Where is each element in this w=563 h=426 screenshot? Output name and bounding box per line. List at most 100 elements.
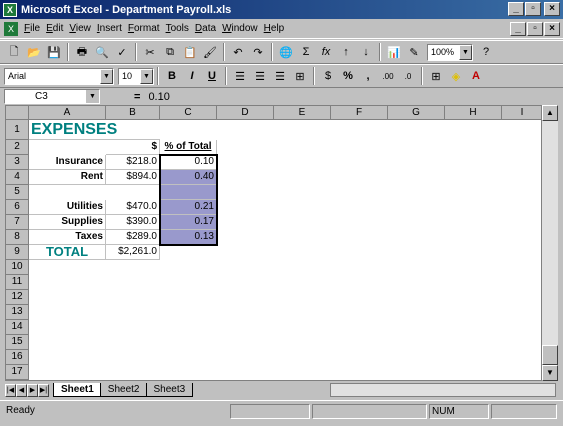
formula-input[interactable]: 0.10 xyxy=(148,91,169,103)
copy-icon[interactable]: ⧉ xyxy=(161,43,179,61)
chevron-down-icon[interactable]: ▼ xyxy=(459,44,472,60)
select-all-corner[interactable] xyxy=(6,106,29,120)
cell-c3[interactable]: 0.10 xyxy=(160,155,217,170)
chart-wizard-icon[interactable]: 📊 xyxy=(385,43,403,61)
font-color-icon[interactable]: A xyxy=(467,67,485,85)
spelling-icon[interactable]: ✓ xyxy=(113,43,131,61)
cell-a8[interactable]: Taxes xyxy=(29,230,106,245)
percent-button[interactable]: % xyxy=(339,67,357,85)
column-header[interactable]: F xyxy=(331,106,388,120)
align-left-icon[interactable]: ☰ xyxy=(231,67,249,85)
tab-sheet1[interactable]: Sheet1 xyxy=(53,383,102,397)
cell-a1[interactable]: EXPENSES xyxy=(29,120,160,140)
cell-a4[interactable]: Rent xyxy=(29,170,106,185)
worksheet-grid[interactable]: A B C D E F G H I 1 2 3 4 5 6 7 8 9 10 1… xyxy=(5,105,542,381)
minimize-button[interactable]: _ xyxy=(508,2,524,16)
cell-c4[interactable]: 0.40 xyxy=(160,170,217,185)
zoom-select[interactable]: 100% ▼ xyxy=(427,43,473,61)
row-header[interactable]: 3 xyxy=(6,155,29,170)
open-icon[interactable]: 📂 xyxy=(25,43,43,61)
restore-button[interactable]: ▫ xyxy=(525,2,541,16)
chevron-down-icon[interactable]: ▼ xyxy=(140,68,153,84)
cell-c6[interactable]: 0.21 xyxy=(160,200,217,215)
column-header[interactable]: A xyxy=(29,106,106,120)
menu-file[interactable]: File xyxy=(21,23,43,34)
last-sheet-icon[interactable]: ▶| xyxy=(38,383,49,397)
align-center-icon[interactable]: ☰ xyxy=(251,67,269,85)
cell-b8[interactable]: $289.0 xyxy=(106,230,160,245)
menu-format[interactable]: Format xyxy=(125,23,163,34)
row-header[interactable]: 12 xyxy=(6,290,29,305)
column-header[interactable]: E xyxy=(274,106,331,120)
column-header[interactable]: C xyxy=(160,106,217,120)
hyperlink-icon[interactable]: 🌐 xyxy=(277,43,295,61)
row-header[interactable]: 1 xyxy=(6,120,29,140)
cell-b6[interactable]: $470.0 xyxy=(106,200,160,215)
doc-close-button[interactable]: × xyxy=(544,22,560,36)
row-header[interactable]: 4 xyxy=(6,170,29,185)
scroll-up-icon[interactable]: ▲ xyxy=(542,105,558,121)
doc-restore-button[interactable]: ▫ xyxy=(527,22,543,36)
save-icon[interactable]: 💾 xyxy=(45,43,63,61)
row-header[interactable]: 13 xyxy=(6,305,29,320)
italic-button[interactable]: I xyxy=(183,67,201,85)
menu-view[interactable]: View xyxy=(66,23,94,34)
name-box[interactable]: C3 ▼ xyxy=(4,89,100,104)
bold-button[interactable]: B xyxy=(163,67,181,85)
currency-button[interactable]: $ xyxy=(319,67,337,85)
row-header[interactable]: 17 xyxy=(6,365,29,380)
help-icon[interactable]: ? xyxy=(477,43,495,61)
menu-help[interactable]: Help xyxy=(261,23,288,34)
cell-b2[interactable]: $ xyxy=(106,140,160,155)
row-header[interactable]: 8 xyxy=(6,230,29,245)
column-header[interactable]: I xyxy=(502,106,541,120)
first-sheet-icon[interactable]: |◀ xyxy=(5,383,16,397)
format-painter-icon[interactable]: 🖌 xyxy=(201,43,219,61)
column-header[interactable]: H xyxy=(445,106,502,120)
close-button[interactable]: × xyxy=(544,2,560,16)
borders-icon[interactable]: ⊞ xyxy=(427,67,445,85)
column-header[interactable]: B xyxy=(106,106,160,120)
horizontal-scrollbar[interactable] xyxy=(330,383,556,397)
cell-a6[interactable]: Utilities xyxy=(29,200,106,215)
excel-app-icon[interactable]: X xyxy=(3,2,17,17)
menu-insert[interactable]: Insert xyxy=(94,23,125,34)
sort-descending-icon[interactable]: ↓ xyxy=(357,43,375,61)
vertical-scrollbar[interactable]: ▲ ▼ xyxy=(542,105,558,381)
tab-sheet2[interactable]: Sheet2 xyxy=(99,383,148,397)
drawing-icon[interactable]: ✎ xyxy=(405,43,423,61)
row-header[interactable]: 11 xyxy=(6,275,29,290)
underline-button[interactable]: U xyxy=(203,67,221,85)
cell-a3[interactable]: Insurance xyxy=(29,155,106,170)
chevron-down-icon[interactable]: ▼ xyxy=(100,68,113,84)
scroll-down-icon[interactable]: ▼ xyxy=(542,365,558,381)
cut-icon[interactable]: ✂ xyxy=(141,43,159,61)
cell-c8[interactable]: 0.13 xyxy=(160,230,217,245)
tab-sheet3[interactable]: Sheet3 xyxy=(145,383,194,397)
font-size-select[interactable]: 10 ▼ xyxy=(118,67,154,85)
row-header[interactable]: 18 xyxy=(6,380,29,381)
row-header[interactable]: 10 xyxy=(6,260,29,275)
paste-icon[interactable]: 📋 xyxy=(181,43,199,61)
cell-b4[interactable]: $894.0 xyxy=(106,170,160,185)
row-header[interactable]: 5 xyxy=(6,185,29,200)
column-header[interactable]: G xyxy=(388,106,445,120)
merge-center-icon[interactable]: ⊞ xyxy=(291,67,309,85)
row-header[interactable]: 2 xyxy=(6,140,29,155)
next-sheet-icon[interactable]: ▶ xyxy=(27,383,38,397)
comma-button[interactable]: , xyxy=(359,67,377,85)
row-header[interactable]: 14 xyxy=(6,320,29,335)
sort-ascending-icon[interactable]: ↑ xyxy=(337,43,355,61)
row-header[interactable]: 7 xyxy=(6,215,29,230)
cell-a9[interactable]: TOTAL xyxy=(29,245,106,260)
print-icon[interactable]: 🖶 xyxy=(73,43,91,61)
new-icon[interactable]: 🗋 xyxy=(5,43,23,61)
cell-b7[interactable]: $390.0 xyxy=(106,215,160,230)
print-preview-icon[interactable]: 🔍 xyxy=(93,43,111,61)
fill-color-icon[interactable]: ◈ xyxy=(447,67,465,85)
prev-sheet-icon[interactable]: ◀ xyxy=(16,383,27,397)
menu-edit[interactable]: Edit xyxy=(43,23,66,34)
chevron-down-icon[interactable]: ▼ xyxy=(86,90,99,103)
row-header[interactable]: 16 xyxy=(6,350,29,365)
doc-minimize-button[interactable]: _ xyxy=(510,22,526,36)
